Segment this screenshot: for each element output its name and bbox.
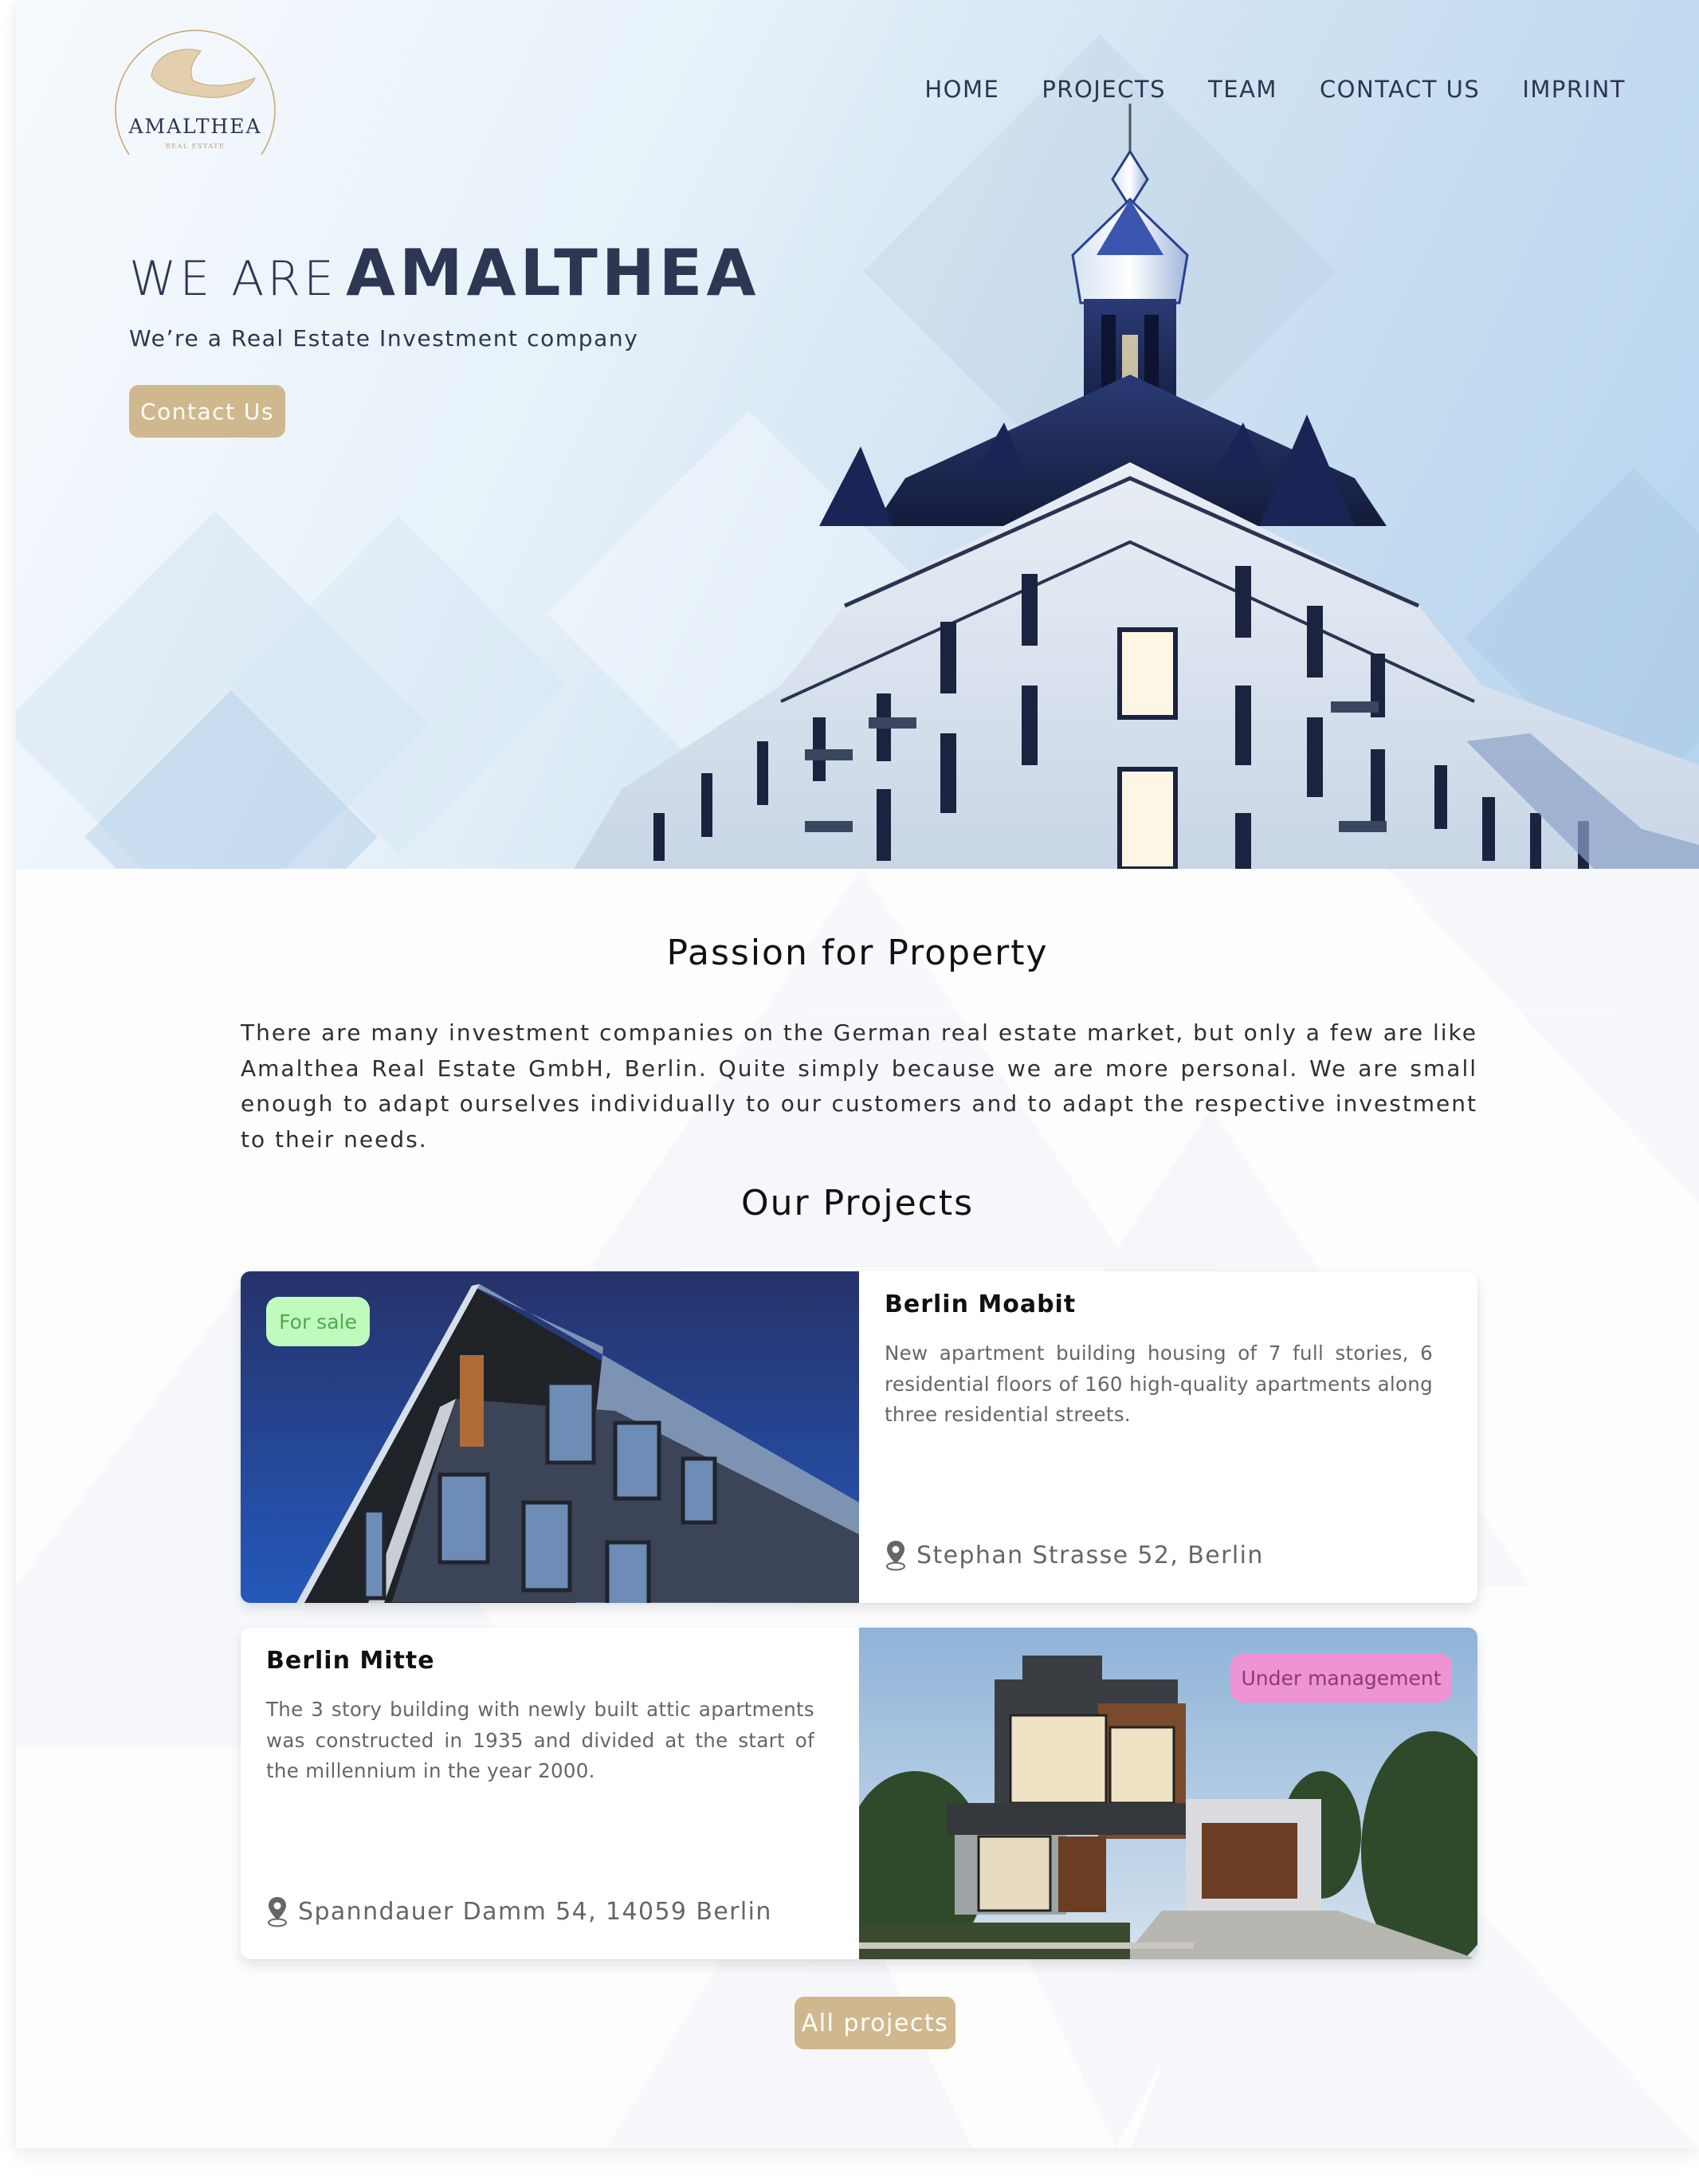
nav-contact-us[interactable]: CONTACT US	[1320, 72, 1480, 107]
project-location: Stephan Strasse 52, Berlin	[885, 1539, 1264, 1571]
hero-title: WE ARE AMALTHEA	[129, 236, 759, 310]
project-card-berlin-moabit[interactable]: For sale Berlin Moabit New apartment bui…	[241, 1271, 1477, 1603]
brand-logo[interactable]: AMALTHEA REAL ESTATE	[113, 21, 277, 156]
page-container: AMALTHEA REAL ESTATE HOME PROJECTS TEAM …	[16, 0, 1699, 2148]
all-projects-button[interactable]: All projects	[795, 1997, 955, 2049]
project-description: The 3 story building with newly built at…	[266, 1698, 814, 1782]
project-title[interactable]: Berlin Moabit	[885, 1290, 1076, 1318]
nav-team[interactable]: TEAM	[1208, 72, 1277, 107]
status-badge-under-management: Under management	[1230, 1653, 1452, 1703]
project-info-berlin-mitte: Berlin Mitte The 3 story building with n…	[241, 1628, 859, 1959]
main-nav: HOME PROJECTS TEAM CONTACT US IMPRINT	[882, 72, 1626, 107]
map-pin-icon	[886, 1541, 905, 1571]
project-location: Spanndauer Damm 54, 14059 Berlin	[266, 1895, 772, 1927]
logo-name: AMALTHEA	[128, 115, 261, 138]
project-address: Stephan Strasse 52, Berlin	[916, 1541, 1264, 1569]
logo-tagline: REAL ESTATE	[166, 143, 226, 150]
cornucopia-icon	[151, 49, 256, 98]
nav-imprint[interactable]: IMPRINT	[1522, 72, 1626, 107]
project-image-berlin-mitte: Under management	[859, 1628, 1477, 1959]
project-card-berlin-mitte[interactable]: Berlin Mitte The 3 story building with n…	[241, 1628, 1477, 1959]
status-badge-for-sale: For sale	[266, 1297, 370, 1346]
project-description: New apartment building housing of 7 full…	[885, 1341, 1433, 1426]
map-pin-icon	[268, 1897, 287, 1927]
projects-heading: Our Projects	[740, 1183, 975, 1224]
about-heading: Passion for Property	[666, 933, 1049, 973]
project-info-berlin-moabit: Berlin Moabit New apartment building hou…	[859, 1271, 1477, 1603]
project-image-berlin-moabit: For sale	[241, 1271, 859, 1603]
nav-home[interactable]: HOME	[924, 72, 999, 107]
nav-projects[interactable]: PROJECTS	[1042, 72, 1166, 107]
hero-subtitle: We’re a Real Estate Investment company	[129, 325, 639, 352]
hero-section: AMALTHEA REAL ESTATE HOME PROJECTS TEAM …	[16, 0, 1699, 869]
project-title[interactable]: Berlin Mitte	[266, 1647, 435, 1675]
project-address: Spanndauer Damm 54, 14059 Berlin	[298, 1897, 772, 1926]
hero-title-brand: AMALTHEA	[346, 236, 760, 310]
hero-title-prefix: WE ARE	[129, 251, 337, 307]
contact-us-button[interactable]: Contact Us	[129, 385, 285, 438]
about-body: There are many investment companies on t…	[241, 1019, 1477, 1153]
